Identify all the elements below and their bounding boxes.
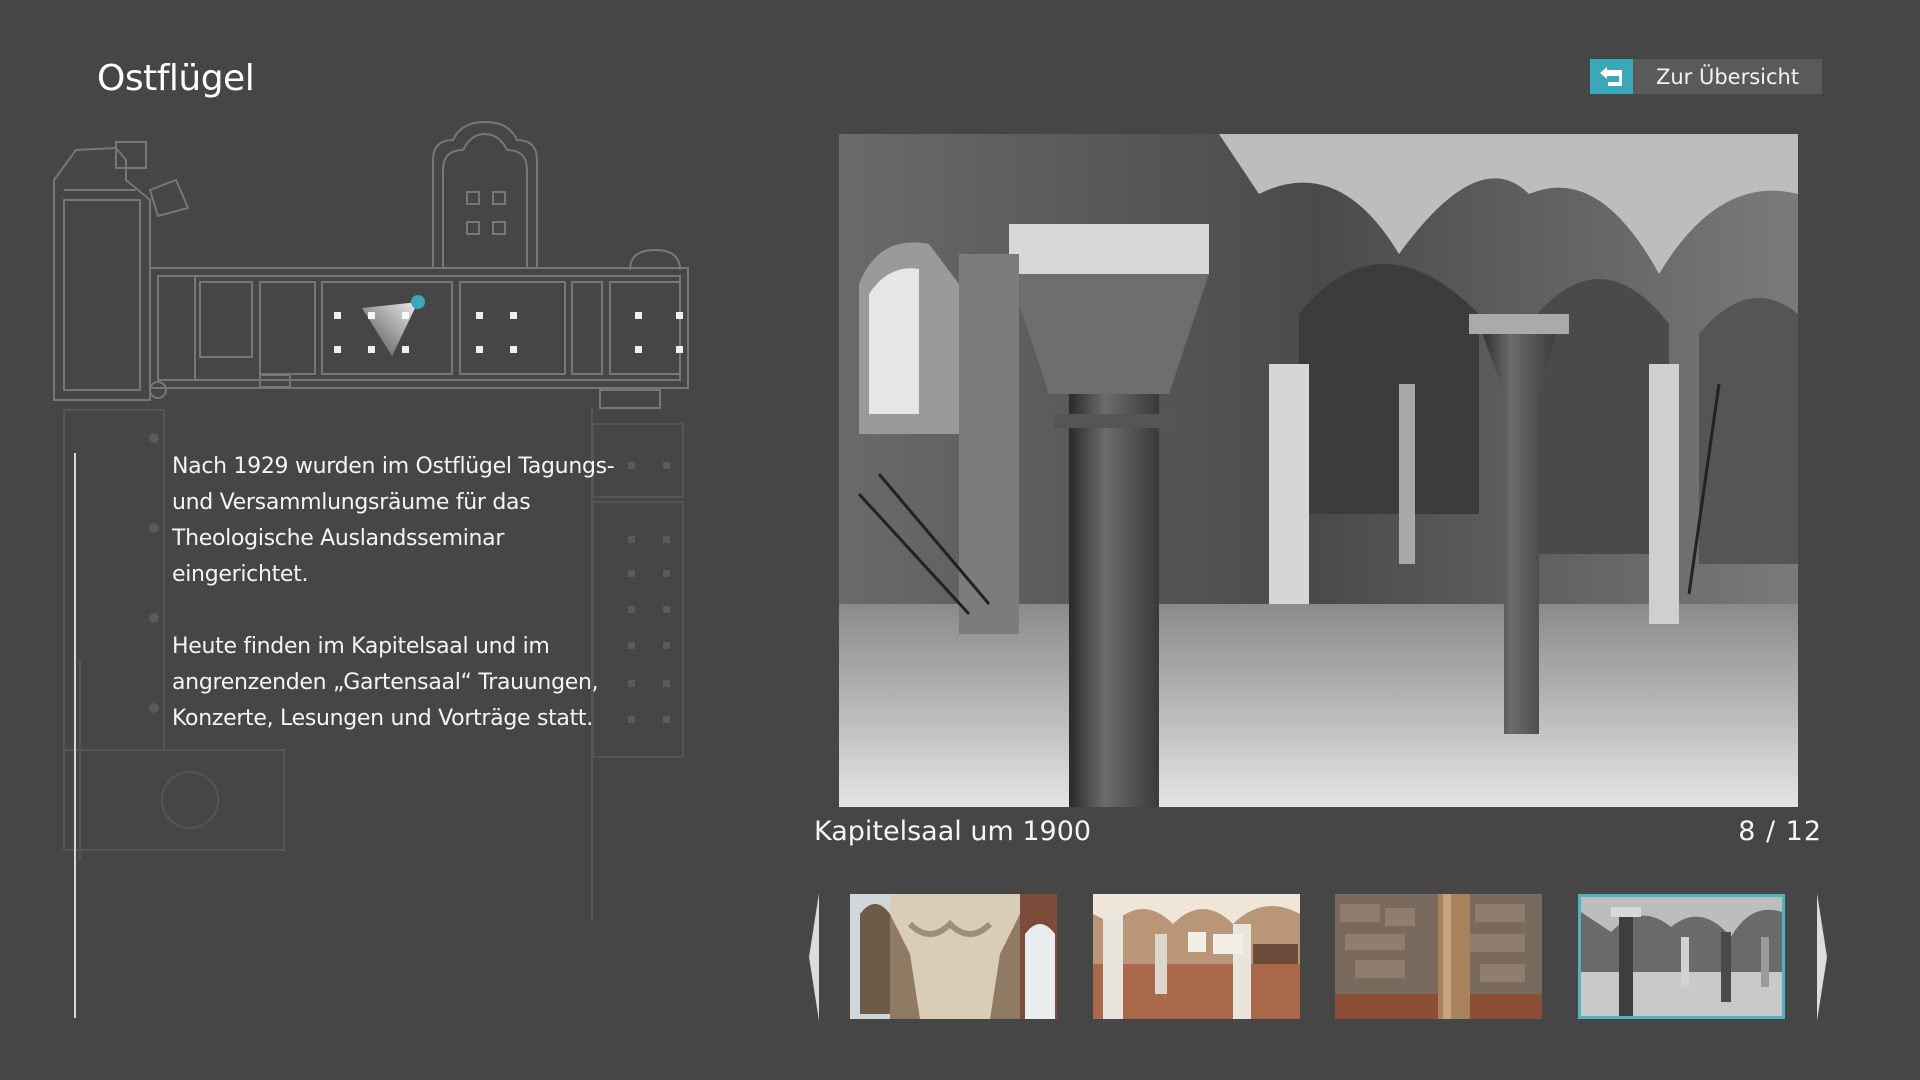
thumbnail-2[interactable] [1093, 894, 1300, 1019]
page-title: Ostflügel [97, 58, 255, 99]
chevron-right-icon [1817, 893, 1827, 1021]
description: Nach 1929 wurden im Ostflügel Tagungs- u… [172, 449, 642, 773]
description-paragraph-2: Heute finden im Kapitelsaal und im angre… [172, 634, 599, 731]
return-arrow-icon [1590, 59, 1633, 94]
photo-caption: Kapitelsaal um 1900 [814, 816, 1092, 847]
main-photo-kapitelsaal [839, 134, 1798, 807]
photo-counter: 8 / 12 [1738, 816, 1822, 847]
chevron-left-icon [809, 893, 819, 1021]
thumbnail-3[interactable] [1335, 894, 1542, 1019]
thumbnail-4[interactable] [1578, 894, 1785, 1019]
back-to-overview-button[interactable]: Zur Übersicht [1590, 59, 1822, 94]
divider-line [74, 453, 76, 1018]
previous-button[interactable] [807, 893, 821, 1021]
next-button[interactable] [1815, 893, 1829, 1021]
back-button-label: Zur Übersicht [1655, 64, 1800, 89]
description-paragraph-1: Nach 1929 wurden im Ostflügel Tagungs- u… [172, 454, 615, 587]
thumbnail-1[interactable] [850, 894, 1057, 1019]
